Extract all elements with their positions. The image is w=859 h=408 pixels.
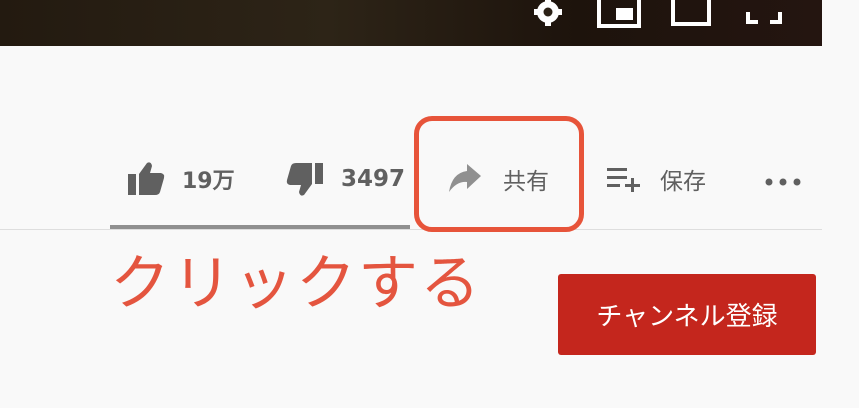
save-label: 保存 [660, 169, 706, 195]
dislike-button[interactable]: 3497 [285, 150, 405, 208]
settings-icon[interactable] [530, 0, 566, 30]
dislike-count: 3497 [341, 166, 406, 192]
more-dots-icon [764, 173, 804, 186]
more-actions-button[interactable] [764, 150, 804, 208]
page-edge [822, 0, 859, 46]
share-highlight-box [414, 116, 584, 232]
save-button[interactable]: 保存 [606, 150, 706, 208]
fullscreen-icon[interactable] [744, 0, 784, 30]
video-player[interactable] [0, 0, 822, 46]
like-button[interactable]: 19万 [126, 150, 235, 208]
thumbs-down-icon [285, 161, 325, 197]
annotation-text: クリックする [110, 249, 482, 319]
thumbs-up-icon [126, 161, 166, 197]
miniplayer-icon[interactable] [597, 0, 643, 30]
theater-mode-icon[interactable] [670, 0, 714, 30]
playlist-add-icon [606, 166, 642, 193]
subscribe-button[interactable]: チャンネル登録 [558, 274, 816, 355]
divider [0, 229, 822, 230]
like-count: 19万 [182, 169, 235, 194]
